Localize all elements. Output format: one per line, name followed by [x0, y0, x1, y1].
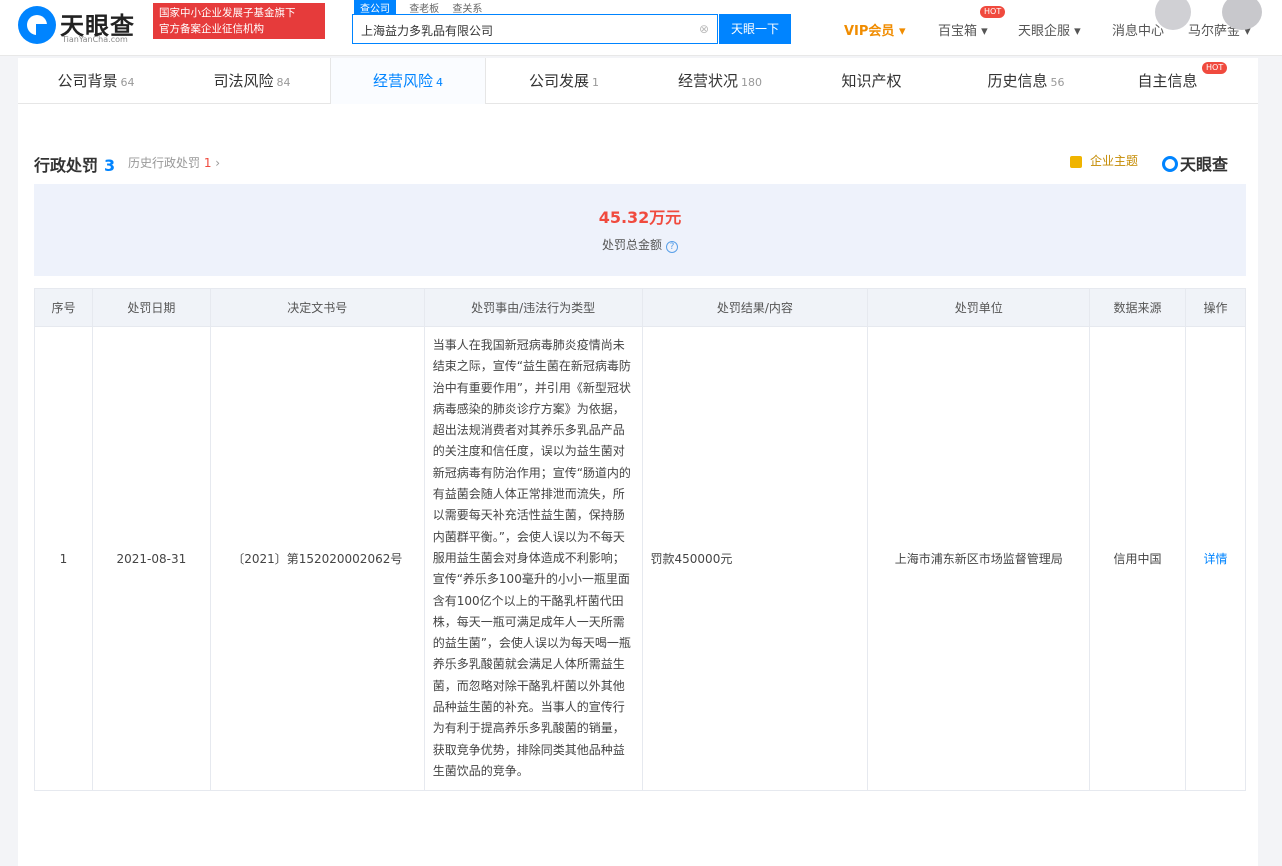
history-penalty-link[interactable]: 历史行政处罚 1 ›: [128, 154, 220, 171]
tab-label: 经营状况: [677, 72, 738, 90]
section-title-text: 行政处罚: [34, 156, 99, 175]
table-header-row: 序号 处罚日期 决定文书号 处罚事由/违法行为类型 处罚结果/内容 处罚单位 数…: [34, 288, 1246, 327]
search-input-value: 上海益力多乳品有限公司: [361, 24, 494, 38]
total-amount-label: 处罚总金额?: [34, 236, 1246, 253]
col-action: 操作: [1185, 288, 1246, 327]
message-center[interactable]: 消息中心: [1112, 20, 1164, 39]
tab-ip[interactable]: 知识产权: [798, 58, 948, 104]
search-button[interactable]: 天眼一下: [719, 14, 791, 44]
tab-count: 1: [592, 76, 599, 89]
logo-icon: [1161, 156, 1178, 172]
logo-subtext: TianYanCha.com: [62, 35, 128, 44]
cell-unit: 上海市浦东新区市场监督管理局: [867, 325, 1091, 792]
vip-menu[interactable]: VIP会员 ▾: [844, 20, 905, 39]
tab-label: 公司发展: [528, 72, 589, 90]
brand-lock-label: 企业主题: [1089, 154, 1138, 168]
cell-reason: 当事人在我国新冠病毒肺炎疫情尚未结束之际，宣传“益生菌在新冠病毒防治中有重要作用…: [423, 325, 643, 792]
tab-count: 84: [276, 76, 291, 89]
penalty-summary: 45.32万元 处罚总金额?: [34, 184, 1246, 276]
company-tabs: 公司背景 64 司法风险 84 经营风险 4 公司发展 1 经营状况 180 知识产权 历…: [18, 58, 1258, 104]
search-tab-company[interactable]: 查公司: [354, 0, 396, 15]
history-count: 1: [203, 156, 212, 170]
tab-count: 64: [120, 76, 135, 89]
tab-operation-risk[interactable]: 经营风险 4: [330, 58, 486, 104]
search-tab-relation[interactable]: 查关系: [452, 0, 482, 15]
cell-index: 1: [34, 325, 93, 792]
admin-penalty-panel: 行政处罚 3 历史行政处罚 1 › 企业主题 天眼查 45.32万元 处罚总金额?…: [18, 104, 1258, 866]
hot-badge: HOT: [1202, 62, 1228, 74]
detail-link[interactable]: 详情: [1185, 325, 1246, 792]
tab-label: 公司背景: [57, 72, 118, 90]
brand-logo-text: 天眼查: [1179, 155, 1228, 174]
banner-line-2: 官方备案企业征信机构: [159, 23, 264, 35]
qiye-menu[interactable]: 天眼企服 ▾: [1018, 20, 1081, 39]
lock-icon: [1069, 155, 1082, 168]
section-title: 行政处罚 3: [34, 152, 115, 176]
avatar[interactable]: [1155, 0, 1191, 30]
col-reason: 处罚事由/违法行为类型: [423, 288, 643, 327]
clear-icon[interactable]: ⊗: [699, 22, 709, 36]
penalty-table: 序号 处罚日期 决定文书号 处罚事由/违法行为类型 处罚结果/内容 处罚单位 数…: [34, 288, 1246, 792]
enterprise-topic-link[interactable]: 企业主题: [1069, 152, 1138, 169]
col-result: 处罚结果/内容: [641, 288, 869, 327]
search-input[interactable]: 上海益力多乳品有限公司 ⊗: [352, 14, 718, 44]
promo-banner[interactable]: 国家中小企业发展子基金旗下 官方备案企业征信机构: [153, 3, 325, 39]
tab-label: 知识产权: [841, 72, 902, 90]
site-logo[interactable]: 天眼查 TianYanCha.com: [18, 4, 148, 48]
total-amount-label-text: 处罚总金额: [601, 238, 662, 252]
top-header: 天眼查 TianYanCha.com 国家中小企业发展子基金旗下 官方备案企业征…: [0, 0, 1282, 56]
history-label: 历史行政处罚: [128, 156, 201, 170]
tab-background[interactable]: 公司背景 64: [18, 58, 174, 104]
tab-count: 56: [1050, 76, 1065, 89]
search-tab-boss[interactable]: 查老板: [409, 0, 439, 15]
avatar-secondary[interactable]: [1222, 0, 1262, 30]
banner-line-1: 国家中小企业发展子基金旗下: [159, 7, 296, 19]
table-row: 1 2021-08-31 〔2021〕第152020002062号 当事人在我国…: [34, 325, 1246, 792]
tab-business-status[interactable]: 经营状况 180: [642, 58, 798, 104]
col-doc-no: 决定文书号: [209, 288, 425, 327]
cell-result: 罚款450000元: [641, 325, 869, 792]
tab-legal-risk[interactable]: 司法风险 84: [174, 58, 330, 104]
tab-count: 4: [436, 76, 443, 89]
col-date: 处罚日期: [91, 288, 211, 327]
tab-label: 司法风险: [213, 72, 274, 90]
logo-icon: [18, 6, 56, 44]
hot-badge: HOT: [980, 6, 1006, 18]
tianyancha-watermark: 天眼查: [1161, 151, 1228, 175]
cell-source: 信用中国: [1089, 325, 1186, 792]
cell-doc-no: 〔2021〕第152020002062号: [209, 325, 425, 792]
tab-label: 自主信息: [1137, 72, 1198, 90]
tab-label: 经营风险: [372, 72, 433, 90]
total-amount: 45.32万元: [598, 208, 682, 227]
tab-label: 历史信息: [987, 72, 1048, 90]
cell-date: 2021-08-31: [91, 325, 211, 792]
baibao-menu[interactable]: 百宝箱 ▾: [938, 20, 988, 39]
col-source: 数据来源: [1089, 288, 1186, 327]
search-type-tabs: 查公司 查老板 查关系: [354, 0, 492, 15]
help-icon[interactable]: ?: [666, 241, 678, 253]
tab-development[interactable]: 公司发展 1: [486, 58, 642, 104]
section-count: 3: [104, 156, 116, 175]
tab-history[interactable]: 历史信息 56: [948, 58, 1104, 104]
tab-count: 180: [741, 76, 762, 89]
col-index: 序号: [34, 288, 93, 327]
col-unit: 处罚单位: [867, 288, 1091, 327]
